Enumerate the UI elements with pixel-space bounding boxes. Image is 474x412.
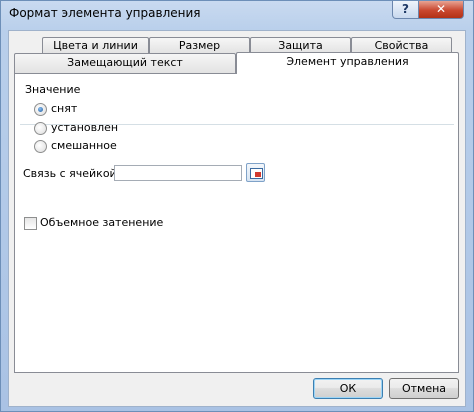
range-select-marker <box>255 172 261 177</box>
cell-reference-button[interactable] <box>246 163 265 182</box>
tab-label: Цвета и линии <box>53 39 138 52</box>
ok-label: ОК <box>339 382 357 395</box>
tab-label: Элемент управления <box>286 55 409 68</box>
cancel-button[interactable]: Отмена <box>389 378 459 399</box>
tab-label: Размер <box>178 39 221 52</box>
radio-button[interactable] <box>34 140 47 153</box>
cell-link-input[interactable] <box>114 165 242 181</box>
value-group-label: Значение <box>23 83 83 96</box>
tab-label: Свойства <box>374 39 429 52</box>
cancel-label: Отмена <box>401 382 447 395</box>
radio-button[interactable] <box>34 103 47 116</box>
ok-button[interactable]: ОК <box>313 378 383 399</box>
3d-shading-label: Объемное затенение <box>40 216 164 229</box>
radio-button[interactable] <box>34 122 47 135</box>
window-title: Формат элемента управления <box>9 6 201 20</box>
radio-label: установлен <box>51 121 119 134</box>
close-button[interactable]: ✕ <box>418 1 464 19</box>
3d-shading-checkbox[interactable] <box>24 217 37 230</box>
tab-label: Защита <box>278 39 323 52</box>
tab-alt-text[interactable]: Замещающий текст <box>14 53 236 73</box>
tab-colors-lines[interactable]: Цвета и линии <box>42 37 149 53</box>
radio-label: смешанное <box>51 139 117 152</box>
tab-size[interactable]: Размер <box>149 37 250 53</box>
cell-link-label: Связь с ячейкой: <box>23 167 121 180</box>
close-icon: ✕ <box>435 2 447 16</box>
tab-control[interactable]: Элемент управления <box>236 52 459 74</box>
title-bar[interactable]: Формат элемента управления ? ✕ <box>1 1 473 27</box>
dialog-window: Формат элемента управления ? ✕ Цвета и л… <box>0 0 474 412</box>
radio-selected-dot <box>38 107 43 112</box>
help-icon: ? <box>402 2 409 16</box>
radio-label: снят <box>51 102 78 115</box>
tab-panel-control: Значение снят установлен смешанное Связь… <box>14 73 459 373</box>
tab-protection[interactable]: Защита <box>250 37 351 53</box>
dialog-client-area: Цвета и линии Размер Защита Свойства Зам… <box>8 30 466 407</box>
tab-label: Замещающий текст <box>67 56 183 69</box>
help-button[interactable]: ? <box>392 1 419 19</box>
tab-properties[interactable]: Свойства <box>351 37 452 53</box>
